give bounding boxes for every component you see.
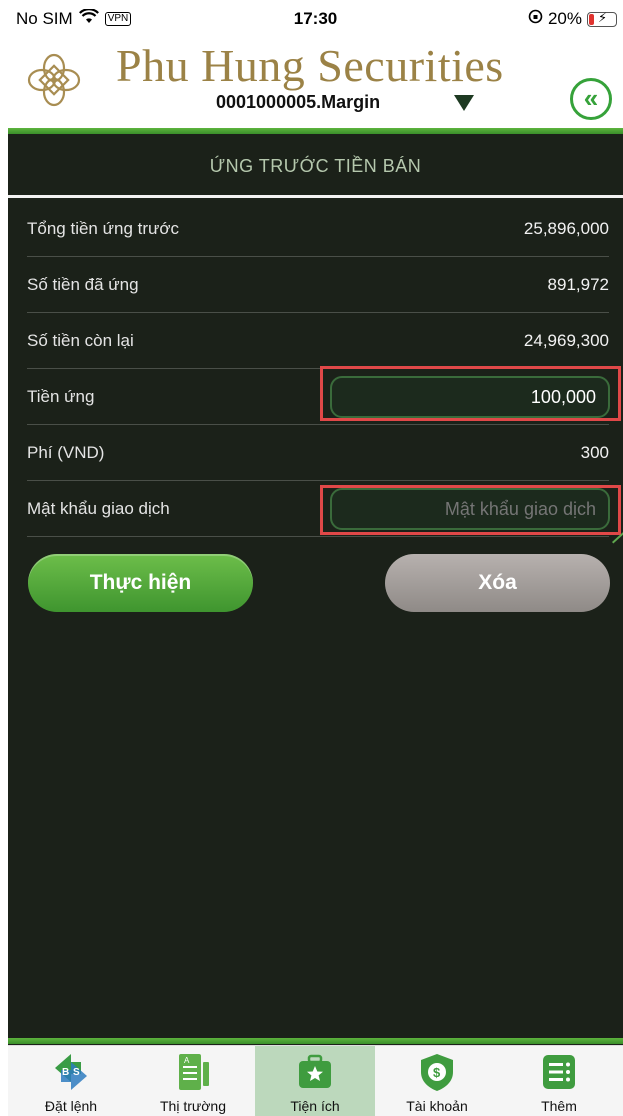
submit-button[interactable]: Thực hiện	[28, 554, 253, 612]
page-title: ỨNG TRƯỚC TIỀN BÁN	[209, 156, 422, 176]
row-divider	[27, 536, 609, 537]
status-bar: No SIM VPN 17:30 20% ⚡	[8, 0, 623, 36]
remaining-amount-value: 24,969,300	[523, 331, 609, 350]
tab-utility-label: Tiện ích	[290, 1098, 340, 1114]
advance-input-highlight	[320, 366, 621, 421]
total-advance-label: Tổng tiền ứng trước	[27, 219, 180, 238]
advance-sale-panel: ỨNG TRƯỚC TIỀN BÁN Tổng tiền ứng trước 2…	[8, 134, 623, 1098]
tab-bar-divider	[8, 1038, 623, 1044]
clear-button[interactable]: Xóa	[385, 554, 610, 612]
fee-label: Phí (VND)	[27, 443, 105, 462]
app-screen: No SIM VPN 17:30 20% ⚡ Phu Hung Securiti…	[8, 0, 623, 1116]
advanced-amount-value: 891,972	[547, 275, 609, 294]
app-header: Phu Hung Securities 0001000005.Margin «	[8, 36, 623, 128]
password-label: Mật khẩu giao dịch	[27, 499, 170, 518]
panel-title-bar: ỨNG TRƯỚC TIỀN BÁN	[8, 134, 623, 198]
advance-amount-label: Tiền ứng	[27, 387, 95, 406]
advanced-amount-row: Số tiền đã ứng 891,972	[8, 257, 623, 313]
tab-market[interactable]: A Thị trường	[133, 1046, 253, 1116]
svg-text:$: $	[433, 1065, 441, 1080]
fee-row: Phí (VND) 300	[8, 425, 623, 481]
account-dropdown-icon[interactable]	[454, 95, 474, 111]
battery-icon: ⚡	[587, 9, 617, 27]
tab-utility[interactable]: Tiện ích	[255, 1046, 375, 1116]
tab-order[interactable]: B S Đặt lệnh	[11, 1046, 131, 1116]
tab-more[interactable]: Thêm	[499, 1046, 619, 1116]
tab-market-label: Thị trường	[159, 1098, 226, 1114]
total-advance-value: 25,896,000	[523, 219, 609, 238]
charging-bolt-icon: ⚡	[598, 9, 608, 25]
tab-account[interactable]: $ Tài khoản	[377, 1046, 497, 1116]
password-input-highlight	[320, 485, 621, 535]
phu-hung-logo-icon	[27, 53, 81, 107]
utility-icon	[299, 1054, 331, 1088]
svg-text:B: B	[62, 1067, 69, 1078]
fee-value: 300	[580, 443, 609, 462]
brand-name: Phu Hung Securities	[116, 40, 504, 91]
back-button[interactable]: «	[570, 78, 612, 120]
orientation-lock-icon	[528, 9, 543, 29]
tab-more-label: Thêm	[541, 1098, 577, 1114]
order-icon: B S	[55, 1054, 87, 1090]
tab-account-label: Tài khoản	[406, 1098, 468, 1114]
tab-order-label: Đặt lệnh	[44, 1098, 98, 1114]
more-icon	[543, 1055, 575, 1089]
svg-text:A: A	[184, 1056, 190, 1065]
status-right: 20% ⚡	[528, 9, 617, 29]
account-icon: $	[421, 1054, 453, 1091]
svg-text:S: S	[73, 1067, 80, 1078]
battery-fill	[589, 13, 594, 25]
remaining-amount-row: Số tiền còn lại 24,969,300	[8, 313, 623, 369]
account-selector-label[interactable]: 0001000005.Margin	[216, 92, 380, 113]
battery-percent: 20%	[547, 9, 582, 28]
advanced-amount-label: Số tiền đã ứng	[27, 275, 139, 294]
market-icon: A	[179, 1054, 209, 1090]
total-advance-row: Tổng tiền ứng trước 25,896,000	[8, 201, 623, 257]
bottom-tab-bar: B S Đặt lệnh A Thị trường Tiện ích $ Tài…	[8, 1038, 623, 1116]
remaining-amount-label: Số tiền còn lại	[27, 331, 134, 350]
